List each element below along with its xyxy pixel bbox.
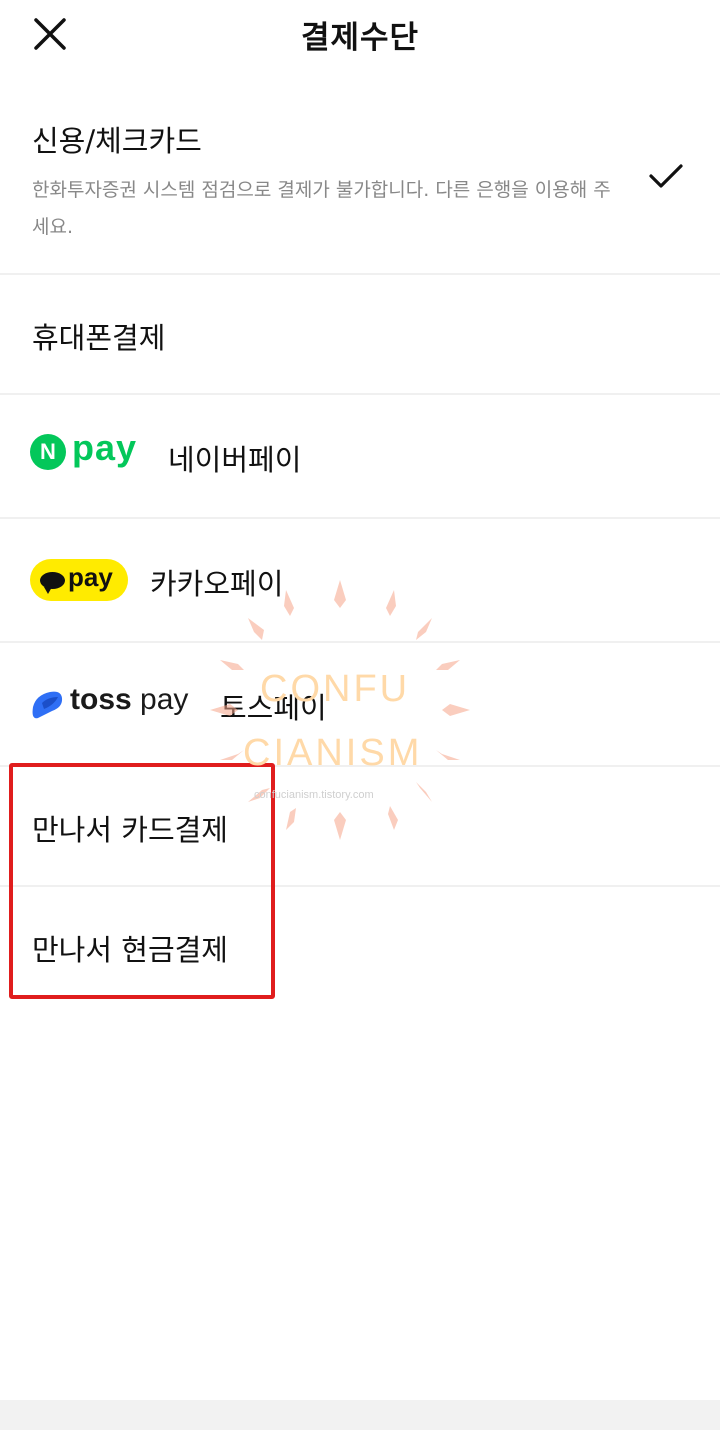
payment-option-toss-pay[interactable]: toss pay 토스페이 [0,643,720,767]
payment-option-naver-pay[interactable]: N pay 네이버페이 [0,395,720,519]
bottom-bar [0,1400,720,1430]
payment-option-meet-cash[interactable]: 만나서 현금결제 [0,887,720,1007]
payment-option-label: 카카오페이 [150,567,284,601]
kakao-pay-logo-text: pay [68,562,113,592]
naver-pay-logo: N pay [30,427,150,473]
payment-option-meet-card[interactable]: 만나서 카드결제 [0,767,720,887]
payment-option-label: 네이버페이 [168,443,302,477]
payment-option-label: 휴대폰결제 [32,321,166,355]
check-icon [649,164,683,188]
kakao-pay-logo: pay [30,559,128,601]
payment-option-label: 토스페이 [220,691,327,725]
payment-option-phone[interactable]: 휴대폰결제 [0,275,720,395]
payment-option-kakao-pay[interactable]: pay 카카오페이 [0,519,720,643]
page-title: 결제수단 [300,20,420,56]
header: 결제수단 [0,0,720,70]
naver-n-icon: N [30,434,66,470]
naver-pay-logo-text: pay [72,427,138,468]
payment-option-credit-card[interactable]: 신용/체크카드 한화투자증권 시스템 점검으로 결제가 불가합니다. 다른 은행… [0,90,720,275]
payment-option-notice: 한화투자증권 시스템 점검으로 결제가 불가합니다. 다른 은행을 이용해 주세… [32,179,611,238]
payment-option-label: 만나서 현금결제 [32,933,228,967]
toss-pay-logo: toss pay [30,683,205,723]
toss-icon [32,691,63,719]
speech-bubble-icon [40,572,65,594]
payment-option-label: 신용/체크카드 [32,124,202,158]
payment-option-label: 만나서 카드결제 [32,813,228,847]
toss-pay-logo-text: toss pay [70,683,189,716]
